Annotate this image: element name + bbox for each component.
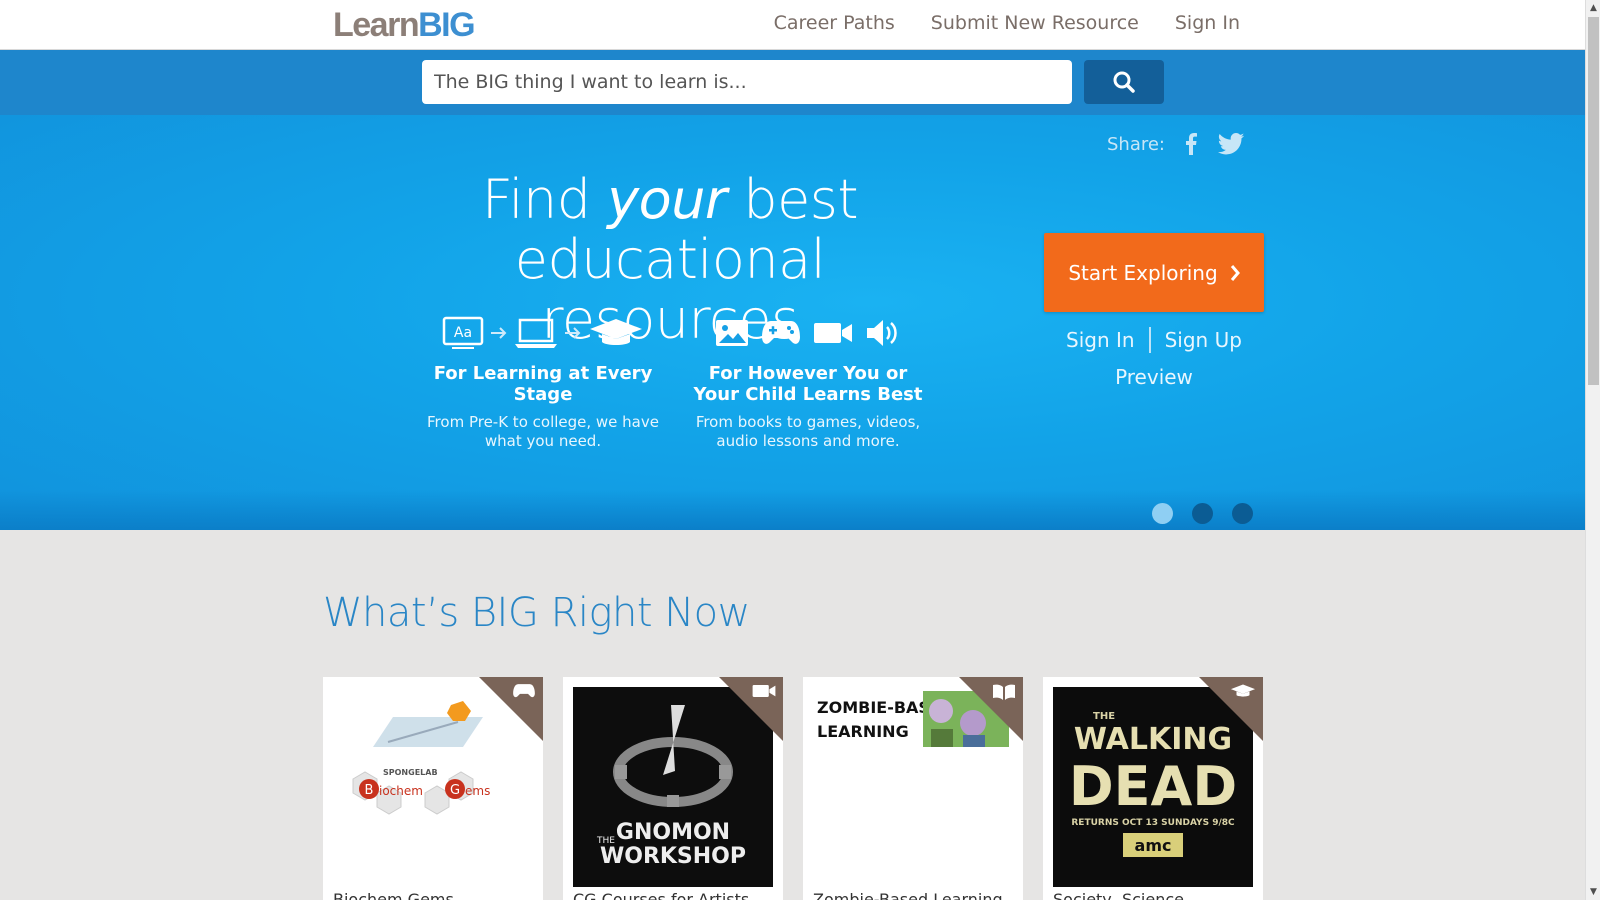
twitter-icon[interactable] (1217, 133, 1245, 155)
gamepad-icon (762, 320, 800, 344)
preview-link[interactable]: Preview (1044, 365, 1264, 389)
resource-card[interactable]: THE WALKING DEAD RETURNS OCT 13 SUNDAYS … (1043, 677, 1263, 900)
svg-text:THE: THE (596, 836, 615, 846)
graduation-cap-icon (1230, 684, 1256, 697)
section-title: What’s BIG Right Now (323, 590, 750, 636)
vertical-scrollbar[interactable]: ▲ ▼ (1585, 0, 1600, 900)
svg-text:Aa: Aa (454, 325, 472, 341)
resource-card[interactable]: SPONGELAB B iochem G ems Biochem Gems (323, 677, 543, 900)
share-label: Share: (1106, 133, 1165, 155)
resource-card[interactable]: ZOMBIE-BASED LEARNING Zombie-Based Learn… (803, 677, 1023, 900)
svg-text:ems: ems (465, 784, 490, 798)
feature2-desc: From books to games, videos, audio lesso… (695, 413, 921, 450)
auth-links: Sign In Sign Up (1044, 327, 1264, 353)
speaker-icon (867, 319, 897, 346)
learnbig-logo[interactable]: LearnBIG (333, 6, 476, 45)
laptop-icon (515, 318, 557, 348)
search-input[interactable] (422, 60, 1072, 104)
scroll-up-arrow-icon[interactable]: ▲ (1586, 0, 1600, 17)
video-icon (752, 685, 776, 697)
nav-career-paths[interactable]: Career Paths (774, 12, 895, 34)
card-title: Society, Science (1053, 890, 1184, 900)
start-exploring-button[interactable]: Start Exploring (1044, 233, 1264, 312)
scrollbar-thumb[interactable] (1588, 17, 1599, 385)
gamepad-icon (513, 684, 535, 698)
facebook-icon[interactable] (1185, 133, 1197, 155)
svg-text:GNOMON: GNOMON (616, 820, 730, 845)
hero-banner: Share: Find your best educational resour… (0, 115, 1585, 530)
card-title: CG Courses for Artists (573, 890, 750, 900)
svg-text:amc: amc (1135, 836, 1172, 855)
svg-text:WORKSHOP: WORKSHOP (600, 844, 746, 869)
carousel-dot-3[interactable] (1232, 503, 1253, 524)
feature-learning-stage: Aa For Learning at Every Stage From Pre-… (423, 310, 663, 451)
nav-submit-resource[interactable]: Submit New Resource (931, 12, 1139, 34)
search-button[interactable] (1084, 60, 1164, 104)
nav-links: Career Paths Submit New Resource Sign In (774, 12, 1240, 34)
search-icon (1113, 71, 1135, 93)
arrow-right-icon (565, 326, 581, 339)
svg-text:iochem: iochem (379, 784, 423, 798)
scroll-down-arrow-icon[interactable]: ▼ (1586, 883, 1600, 900)
resource-card[interactable]: GNOMON WORKSHOP THE CG Courses for Artis… (563, 677, 783, 900)
share-bar: Share: (1107, 133, 1245, 155)
feature-learning-style: For However You or Your Child Learns Bes… (688, 310, 928, 451)
book-icon (993, 684, 1015, 700)
logo-big: BIG (418, 6, 475, 44)
svg-text:THE: THE (1093, 711, 1115, 722)
carousel-dots (1152, 503, 1253, 524)
svg-text:RETURNS OCT 13 SUNDAYS 9/8C: RETURNS OCT 13 SUNDAYS 9/8C (1071, 818, 1235, 828)
search-bar (0, 50, 1585, 115)
carousel-dot-1[interactable] (1152, 503, 1173, 524)
chevron-right-icon (1230, 264, 1240, 281)
card-title: Zombie-Based Learning (813, 890, 1003, 900)
svg-text:LEARNING: LEARNING (817, 722, 909, 741)
arrow-right-icon (491, 326, 507, 339)
feature1-title: For Learning at Every Stage (433, 363, 653, 405)
svg-text:DEAD: DEAD (1069, 755, 1237, 818)
card-title: Biochem Gems (333, 890, 454, 900)
video-camera-icon (814, 322, 852, 343)
image-icon (716, 319, 748, 346)
svg-text:B: B (365, 783, 374, 798)
logo-learn: Learn (333, 6, 420, 44)
feature1-desc: From Pre-K to college, we have what you … (427, 413, 659, 450)
hero-sign-up-link[interactable]: Sign Up (1165, 328, 1242, 352)
nav-sign-in[interactable]: Sign In (1175, 12, 1240, 34)
feature2-title: For However You or Your Child Learns Bes… (693, 363, 923, 405)
svg-text:SPONGELAB: SPONGELAB (383, 768, 438, 777)
hero-sign-in-link[interactable]: Sign In (1066, 328, 1135, 352)
carousel-dot-2[interactable] (1192, 503, 1213, 524)
svg-text:G: G (450, 783, 460, 798)
divider (1148, 327, 1151, 353)
graduation-cap-icon (590, 318, 642, 345)
alphabet-board-icon: Aa (442, 316, 484, 349)
top-navbar: LearnBIG Career Paths Submit New Resourc… (0, 0, 1585, 50)
